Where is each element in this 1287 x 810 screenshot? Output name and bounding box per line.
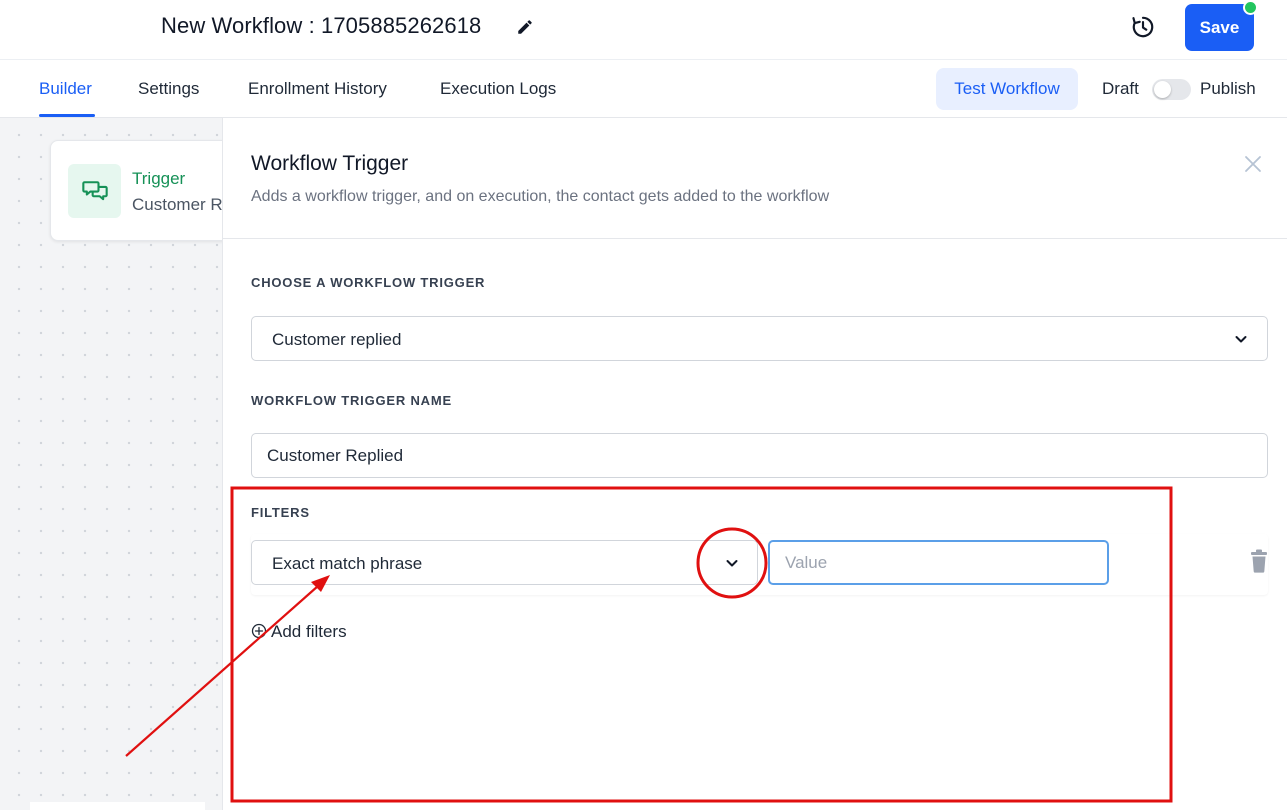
workflow-title: New Workflow : 1705885262618 [161, 13, 482, 38]
history-icon[interactable] [1130, 14, 1156, 40]
panel-title: Workflow Trigger [251, 152, 409, 175]
canvas-scrollbar[interactable] [30, 802, 205, 810]
pencil-icon[interactable] [516, 18, 534, 36]
add-filters-button[interactable]: Add filters [251, 622, 347, 642]
panel-divider [222, 238, 1287, 239]
toggle-knob [1154, 81, 1171, 98]
choose-trigger-label: CHOOSE A WORKFLOW TRIGGER [251, 275, 486, 290]
publish-toggle[interactable] [1152, 79, 1191, 100]
trigger-icon-box [68, 164, 121, 218]
draft-label: Draft [1102, 79, 1139, 98]
trigger-type-value: Customer replied [272, 330, 402, 349]
close-icon[interactable] [1243, 154, 1263, 174]
tab-execution-logs[interactable]: Execution Logs [440, 79, 556, 99]
tabs-bar: Builder Settings Enrollment History Exec… [0, 60, 1287, 118]
tab-settings[interactable]: Settings [138, 79, 199, 99]
add-filters-label: Add filters [271, 622, 347, 641]
filter-chevron-down-icon[interactable] [724, 555, 740, 571]
unsaved-status-dot [1243, 0, 1258, 15]
chevron-down-icon [1235, 336, 1247, 343]
trash-icon[interactable] [1248, 549, 1270, 573]
trigger-node-card[interactable]: Trigger Customer Replied [50, 140, 240, 241]
test-workflow-button[interactable]: Test Workflow [936, 68, 1078, 110]
top-bar: New Workflow : 1705885262618 Save [0, 0, 1287, 60]
trigger-name-label: WORKFLOW TRIGGER NAME [251, 393, 452, 408]
plus-circle-icon [251, 623, 267, 639]
trigger-node-title: Trigger [132, 169, 186, 188]
panel-subtitle: Adds a workflow trigger, and on executio… [251, 188, 830, 205]
filter-type-value: Exact match phrase [272, 554, 423, 573]
filter-value-input[interactable] [768, 540, 1109, 585]
publish-label: Publish [1200, 79, 1256, 98]
active-tab-indicator [39, 114, 95, 117]
tab-enrollment-history[interactable]: Enrollment History [248, 79, 387, 99]
chat-bubbles-icon [82, 181, 108, 201]
tab-builder[interactable]: Builder [39, 79, 92, 99]
trigger-name-input[interactable] [251, 433, 1268, 478]
filter-type-select[interactable]: Exact match phrase [251, 540, 758, 585]
filters-label: FILTERS [251, 505, 310, 520]
trigger-type-select[interactable]: Customer replied [251, 316, 1268, 361]
